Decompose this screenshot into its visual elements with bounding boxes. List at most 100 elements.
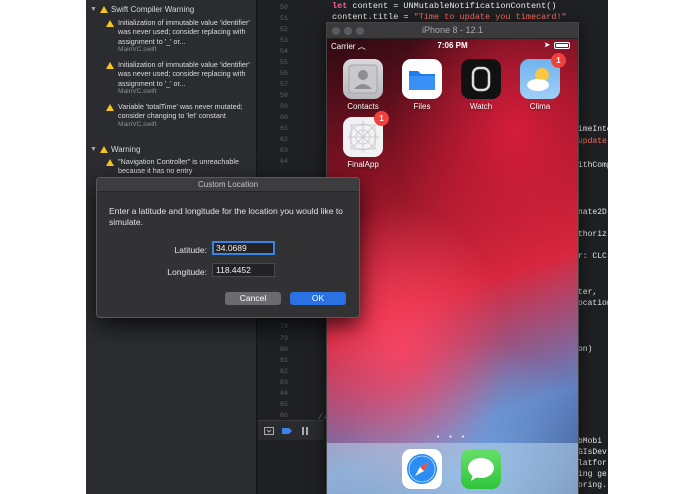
dialog-title: Custom Location bbox=[97, 178, 359, 192]
ok-button[interactable]: OK bbox=[290, 292, 346, 305]
app-safari[interactable] bbox=[398, 449, 446, 489]
status-bar: Carrier ︵ 7:06 PM ➤ bbox=[327, 39, 578, 53]
line-number: 51 bbox=[279, 15, 288, 23]
line-number: 84 bbox=[279, 390, 288, 398]
section-title: Swift Compiler Warning bbox=[110, 5, 195, 14]
safari-icon bbox=[402, 449, 442, 489]
longitude-field[interactable]: 118.4452 bbox=[212, 263, 275, 277]
code-string: "Time to update you timecard!" bbox=[413, 12, 567, 22]
line-number: 54 bbox=[279, 48, 288, 56]
line-number: 58 bbox=[279, 92, 288, 100]
line-number: 79 bbox=[279, 335, 288, 343]
issue-message: Initialization of immutable value 'ident… bbox=[118, 60, 250, 88]
code-fragment: ing ge bbox=[578, 470, 607, 479]
iphone-home-screen[interactable]: Carrier ︵ 7:06 PM ➤ Contacts Files Watch… bbox=[327, 39, 578, 494]
hide-debug-area-icon[interactable] bbox=[264, 426, 274, 435]
issue-file: MainVC.swift bbox=[118, 46, 157, 54]
line-number: 78 bbox=[279, 323, 288, 331]
code-fragment: ter, bbox=[578, 288, 598, 297]
warning-icon bbox=[106, 104, 114, 111]
custom-location-dialog: Custom Location Enter a latitude and lon… bbox=[96, 177, 360, 318]
warning-icon bbox=[99, 146, 108, 153]
issue-message: Variable 'totalTime' was never mutated; … bbox=[118, 102, 243, 121]
longitude-label: Longitude: bbox=[167, 267, 207, 277]
line-number: 55 bbox=[279, 59, 288, 67]
line-number: 86 bbox=[279, 412, 288, 420]
line-number: 83 bbox=[279, 379, 288, 387]
code-fragment: nate2D bbox=[578, 208, 607, 217]
warning-icon bbox=[99, 6, 108, 13]
line-number: 64 bbox=[279, 158, 288, 166]
issue-message: "Navigation Controller" is unreachable b… bbox=[118, 157, 239, 176]
app-label: FinalApp bbox=[347, 160, 379, 169]
code-fragment: on) bbox=[578, 345, 593, 354]
line-number: 82 bbox=[279, 368, 288, 376]
code-fragment: update bbox=[578, 137, 607, 146]
code-line: content.title = "Time to update you time… bbox=[332, 12, 567, 22]
app-watch[interactable]: Watch bbox=[457, 59, 505, 111]
app-label: Watch bbox=[469, 102, 493, 111]
simulator-window: iPhone 8 - 12.1 Carrier ︵ 7:06 PM ➤ Cont… bbox=[326, 22, 579, 494]
code-fragment: GIsDev bbox=[578, 448, 607, 457]
line-number: 50 bbox=[279, 4, 288, 12]
issue-item[interactable]: Initialization of immutable value 'ident… bbox=[106, 60, 256, 97]
code-fragment: bMobi bbox=[578, 437, 603, 446]
code-line: let content = UNMutableNotificationConte… bbox=[332, 1, 556, 11]
app-files[interactable]: Files bbox=[398, 59, 446, 111]
app-contacts[interactable]: Contacts bbox=[339, 59, 387, 111]
line-number: 53 bbox=[279, 37, 288, 45]
files-icon bbox=[402, 59, 442, 99]
warning-icon bbox=[106, 20, 114, 27]
code-fragment: ithComp bbox=[578, 161, 608, 170]
cancel-button[interactable]: Cancel bbox=[225, 292, 281, 305]
simulator-title: iPhone 8 - 12.1 bbox=[421, 25, 484, 35]
disclosure-triangle-icon[interactable]: ▼ bbox=[90, 146, 97, 153]
notification-badge: 1 bbox=[374, 111, 389, 126]
line-number: 63 bbox=[279, 147, 288, 155]
battery-icon bbox=[554, 42, 570, 49]
pause-icon[interactable] bbox=[300, 426, 310, 435]
code-fragment: r: CLC bbox=[578, 252, 607, 261]
weather-icon: 1 bbox=[520, 53, 566, 99]
line-number: 80 bbox=[279, 346, 288, 354]
watch-icon bbox=[461, 59, 501, 99]
xcode-window: ▼ Swift Compiler Warning Initialization … bbox=[86, 0, 608, 494]
section-title: Warning bbox=[110, 145, 141, 154]
disclosure-triangle-icon[interactable]: ▼ bbox=[90, 6, 97, 13]
nav-section-warning[interactable]: ▼ Warning bbox=[90, 145, 140, 154]
line-number: 52 bbox=[279, 26, 288, 34]
code-fragment: latfor bbox=[578, 459, 607, 468]
code-fragment: imeInte bbox=[578, 125, 608, 134]
latitude-field[interactable]: 34.0689 bbox=[212, 241, 275, 255]
contacts-icon bbox=[343, 59, 383, 99]
issue-item[interactable]: Variable 'totalTime' was never mutated; … bbox=[106, 102, 256, 129]
line-number: 61 bbox=[279, 125, 288, 133]
app-clima[interactable]: 1 Clima bbox=[516, 53, 566, 111]
line-number: 56 bbox=[279, 70, 288, 78]
finalapp-icon: 1 bbox=[343, 111, 389, 157]
app-label: Files bbox=[413, 102, 431, 111]
warning-icon bbox=[106, 62, 114, 69]
breakpoints-icon[interactable] bbox=[282, 427, 292, 435]
notification-badge: 1 bbox=[551, 53, 566, 68]
page-indicator[interactable]: • • • bbox=[327, 434, 578, 441]
latitude-label: Latitude: bbox=[174, 245, 207, 255]
code-text: content.title = bbox=[332, 12, 414, 22]
app-label: Clima bbox=[529, 102, 551, 111]
issue-item[interactable]: Initialization of immutable value 'ident… bbox=[106, 18, 256, 55]
app-label: Contacts bbox=[347, 102, 379, 111]
nav-section-swift-compiler-warning[interactable]: ▼ Swift Compiler Warning bbox=[90, 5, 194, 14]
line-number: 85 bbox=[279, 401, 288, 409]
issue-item[interactable]: "Navigation Controller" is unreachable b… bbox=[106, 157, 256, 176]
code-text: content = UNMutableNotificationContent() bbox=[347, 1, 557, 11]
code-fragment: oring. bbox=[578, 481, 607, 490]
issue-file: MainVC.swift bbox=[118, 88, 157, 96]
issue-file: MainVC.swift bbox=[118, 120, 157, 128]
issue-message: Initialization of immutable value 'ident… bbox=[118, 18, 250, 46]
simulator-titlebar[interactable]: iPhone 8 - 12.1 bbox=[327, 23, 578, 39]
status-time: 7:06 PM bbox=[437, 41, 468, 50]
app-finalapp[interactable]: 1 FinalApp bbox=[339, 111, 389, 169]
app-messages[interactable] bbox=[457, 449, 505, 489]
messages-icon bbox=[461, 449, 501, 489]
line-number: 59 bbox=[279, 103, 288, 111]
